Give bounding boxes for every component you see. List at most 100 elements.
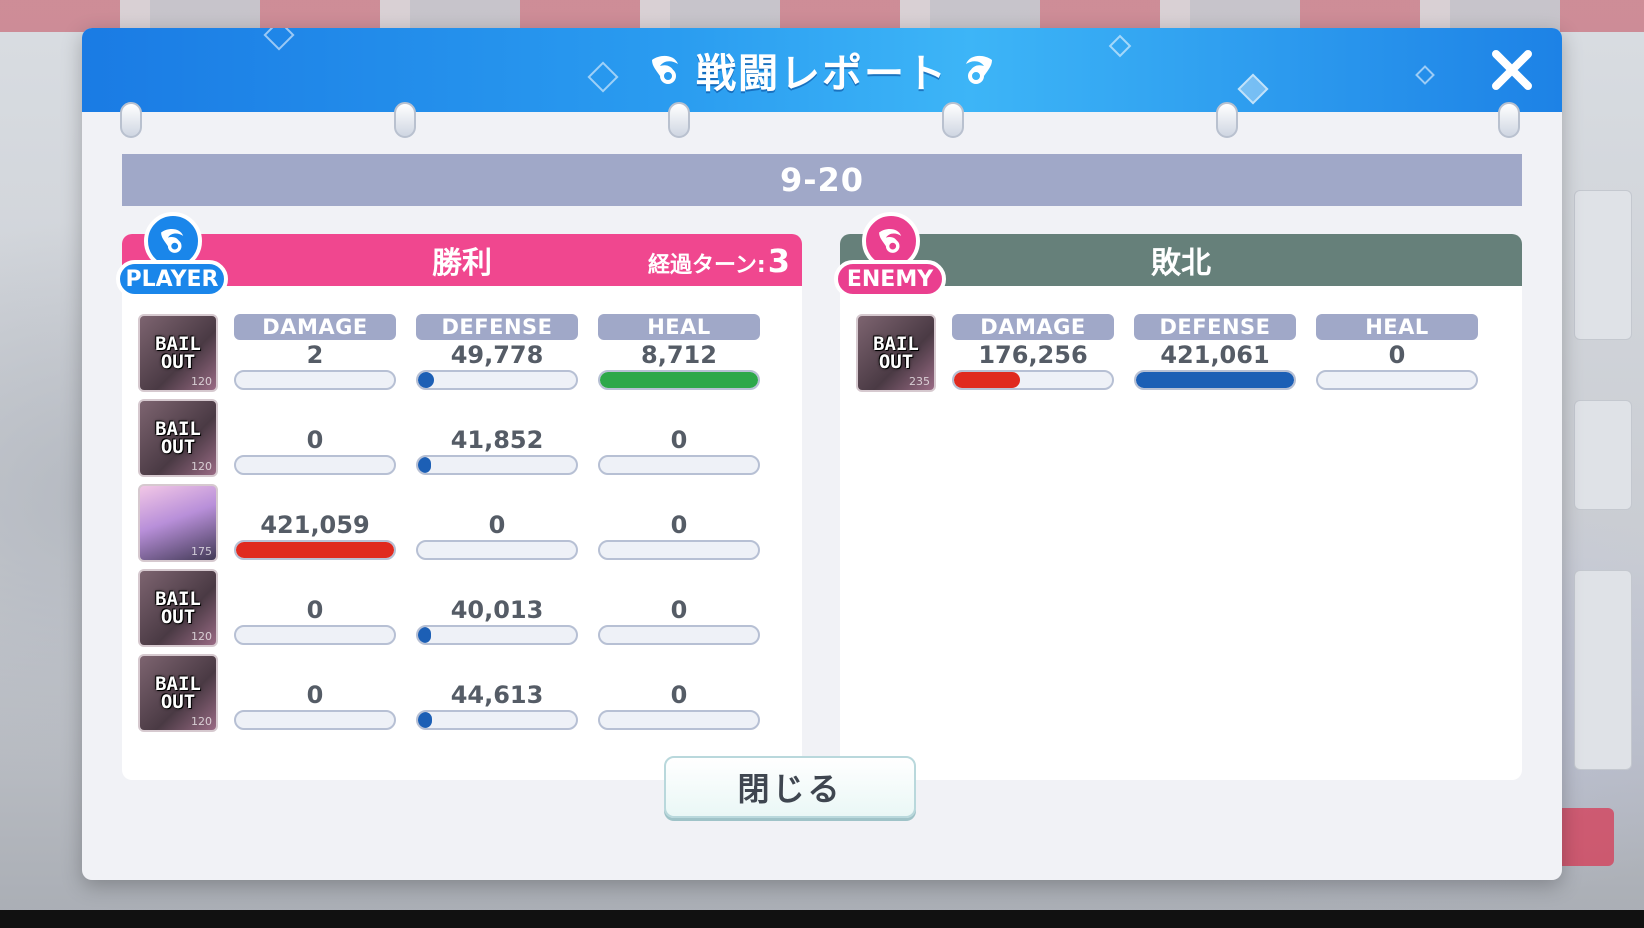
- heal-stat: HEAL 8,712: [598, 314, 760, 390]
- stage-label: 9-20: [779, 161, 865, 199]
- defense-bar-fill: [418, 372, 434, 388]
- unit-portrait[interactable]: BAIL OUT 235: [856, 314, 936, 392]
- heal-stat: HEAL 0: [1316, 314, 1478, 390]
- defense-value: 40,013: [450, 596, 544, 624]
- unit-row: BAIL OUT 120 0 40,013 0: [138, 569, 760, 654]
- stage-bar: 9-20: [122, 154, 1522, 206]
- background-side-card: [1574, 190, 1632, 340]
- enemy-badge-label: ENEMY: [834, 260, 946, 298]
- defense-value: 421,061: [1160, 341, 1270, 369]
- damage-bar: [234, 370, 396, 390]
- defense-stat: DEFENSE 49,778: [416, 314, 578, 390]
- heal-header: HEAL: [598, 314, 760, 340]
- unit-row: BAIL OUT 235 DAMAGE 176,256 DEFENSE 421,061 HEA…: [856, 314, 1478, 399]
- turn-count: 経過ターン: 3: [648, 242, 790, 280]
- heal-value: 0: [1388, 341, 1406, 369]
- damage-value: 176,256: [978, 341, 1088, 369]
- heal-bar-fill: [600, 372, 758, 388]
- damage-stat: DAMAGE 176,256: [952, 314, 1114, 390]
- unit-portrait[interactable]: BAIL OUT 120: [138, 654, 218, 732]
- decor-diamond: [1237, 73, 1269, 105]
- defense-value: 41,852: [450, 426, 544, 454]
- player-badge-label: PLAYER: [116, 260, 228, 298]
- unit-portrait[interactable]: 175: [138, 484, 218, 562]
- binder-ring: [668, 102, 690, 138]
- unit-portrait[interactable]: BAIL OUT 120: [138, 314, 218, 392]
- close-icon: [1492, 50, 1532, 90]
- defense-bar: [416, 625, 578, 645]
- heal-value: 0: [670, 596, 688, 624]
- player-unit-list: BAIL OUT 120 DAMAGE 2 DEFENSE 49,778 HEAL 8,712 B…: [138, 314, 760, 739]
- binder-rings: [82, 102, 1562, 142]
- wing-icon: [958, 50, 998, 90]
- defense-value: 49,778: [450, 341, 544, 369]
- binder-ring: [394, 102, 416, 138]
- enemy-badge: ENEMY: [834, 212, 946, 308]
- damage-bar-fill: [954, 372, 1021, 388]
- background-side-card: [1574, 570, 1632, 770]
- unit-stats: 0 41,852 0: [234, 399, 760, 475]
- unit-stats: 0 44,613 0: [234, 654, 760, 730]
- heal-header: HEAL: [1316, 314, 1478, 340]
- close-button[interactable]: 閉じる: [664, 756, 916, 818]
- heal-value: 0: [670, 426, 688, 454]
- unit-portrait[interactable]: BAIL OUT 120: [138, 399, 218, 477]
- bail-out-label: BAIL OUT: [155, 588, 201, 628]
- damage-value: 2: [306, 341, 324, 369]
- unit-stats: DAMAGE 176,256 DEFENSE 421,061 HEAL 0: [952, 314, 1478, 390]
- unit-level: 120: [191, 375, 212, 388]
- defense-bar-fill: [418, 712, 433, 728]
- unit-stats: DAMAGE 2 DEFENSE 49,778 HEAL 8,712: [234, 314, 760, 390]
- dialog-title: 戦闘レポート: [696, 51, 948, 97]
- turn-count-label: 経過ターン:: [648, 253, 766, 278]
- defense-stat: 41,852: [416, 399, 578, 475]
- bail-out-label: BAIL OUT: [873, 333, 919, 373]
- damage-header: DAMAGE: [952, 314, 1114, 340]
- unit-level: 120: [191, 630, 212, 643]
- defense-bar: [416, 540, 578, 560]
- defense-bar: [416, 370, 578, 390]
- defense-bar-fill: [418, 627, 431, 643]
- unit-row: 175 421,059 0 0: [138, 484, 760, 569]
- damage-bar: [234, 625, 396, 645]
- heal-stat: 0: [598, 484, 760, 560]
- defense-stat: 0: [416, 484, 578, 560]
- defense-bar-fill: [418, 457, 431, 473]
- close-button-label: 閉じる: [737, 770, 843, 808]
- damage-bar-fill: [236, 542, 394, 558]
- heal-bar: [598, 625, 760, 645]
- heal-value: 8,712: [641, 341, 717, 369]
- wing-icon: [646, 50, 686, 90]
- unit-stats: 0 40,013 0: [234, 569, 760, 645]
- defense-stat: DEFENSE 421,061: [1134, 314, 1296, 390]
- damage-stat: 0: [234, 569, 396, 645]
- heal-bar: [598, 455, 760, 475]
- unit-level: 120: [191, 460, 212, 473]
- damage-value: 0: [306, 681, 324, 709]
- turn-count-value: 3: [767, 242, 790, 280]
- enemy-result: 敗北: [1151, 246, 1211, 281]
- bail-out-label: BAIL OUT: [155, 418, 201, 458]
- defense-header: DEFENSE: [416, 314, 578, 340]
- damage-stat: 0: [234, 654, 396, 730]
- unit-level: 175: [191, 545, 212, 558]
- player-panel: 勝利 経過ターン: 3 PLAYER BAIL OUT 120 DAMAGE 2 DEFE…: [116, 212, 802, 780]
- heal-bar: [1316, 370, 1478, 390]
- decor-diamond: [1108, 34, 1132, 58]
- defense-bar: [416, 710, 578, 730]
- unit-row: BAIL OUT 120 0 41,852 0: [138, 399, 760, 484]
- dialog-header: 戦闘レポート: [82, 28, 1562, 112]
- decor-diamond: [1415, 65, 1435, 85]
- enemy-panel: 敗北 ENEMY BAIL OUT 235 DAMAGE 176,256 DEFENSE 4…: [834, 212, 1522, 780]
- defense-value: 0: [488, 511, 506, 539]
- defense-bar: [416, 455, 578, 475]
- heal-bar: [598, 540, 760, 560]
- close-x-button[interactable]: [1484, 42, 1540, 98]
- battle-report-dialog: 戦闘レポート 9-20 勝利 経過ターン: 3 PLAYER BAIL OUT …: [82, 28, 1562, 880]
- heal-value: 0: [670, 511, 688, 539]
- unit-portrait[interactable]: BAIL OUT 120: [138, 569, 218, 647]
- background-bottom-bar: [0, 910, 1644, 928]
- unit-row: BAIL OUT 120 DAMAGE 2 DEFENSE 49,778 HEAL 8,712: [138, 314, 760, 399]
- binder-ring: [1498, 102, 1520, 138]
- damage-value: 0: [306, 596, 324, 624]
